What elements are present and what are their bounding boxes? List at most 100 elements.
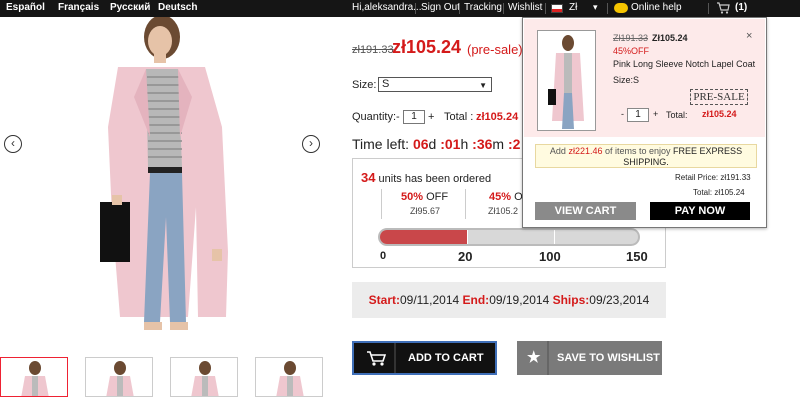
cart-item-total: zł105.24 [702,109,737,119]
cart-item-thumbnail[interactable] [537,30,596,131]
add-to-cart-label: ADD TO CART [408,352,484,364]
progress-tick [554,230,555,244]
sale-price: zł105.24 [392,37,462,57]
tier1-percent: 50% [401,191,424,203]
cart-count[interactable]: (1) [735,2,747,13]
online-help-link[interactable]: Online help [631,2,682,13]
days-unit: d [428,136,437,152]
ships-label: Ships: [552,293,590,307]
quantity-input[interactable]: 1 [403,110,425,124]
thumbnail-4[interactable] [255,357,323,397]
seconds-value: 2 [512,136,521,152]
mini-qty-input[interactable]: 1 [627,108,649,122]
cart-total-value: zł105.24 [714,188,745,197]
express-add: Add [549,146,566,156]
divider [465,189,466,219]
qty-increase-button[interactable]: + [428,111,434,123]
free-shipping-notice: Add zł221.46 of items to enjoy FREE EXPR… [535,144,757,168]
close-icon[interactable]: × [746,30,752,42]
save-to-wishlist-label: SAVE TO WISHLIST [557,352,660,364]
cart-item: Zł191.33 Zł105.24 × 45%OFF Pink Long Sle… [524,19,765,137]
size-select[interactable]: S ▼ [378,77,492,92]
thumbnail-3[interactable] [170,357,238,397]
mini-qty-decrease[interactable]: - [621,109,624,119]
chat-bubble-icon[interactable] [614,3,628,13]
cart-item-size: Size:S [613,75,639,85]
express-amount: zł221.46 [568,146,603,156]
minutes-value: 36 [476,136,493,152]
start-date: 09/11,2014 [400,293,460,307]
cart-item-size-value: S [633,75,640,85]
currency-selector[interactable]: Zł [569,2,577,13]
save-to-wishlist-button[interactable]: ★ SAVE TO WISHLIST [517,341,662,375]
tracking-link[interactable]: Tracking [464,2,502,13]
retail-label: Retail Price: [675,173,719,182]
divider [394,343,396,373]
divider [607,3,608,14]
divider [547,341,549,375]
qty-decrease-button[interactable]: - [396,111,400,123]
days-value: 06 [412,136,429,152]
minutes-unit: m [492,136,505,152]
tier1-off: OFF [426,191,449,203]
mini-qty-increase[interactable]: + [653,109,658,119]
lang-francais[interactable]: Français [58,2,99,13]
product-main-image: ‹ › [0,15,325,352]
time-left-label: Time left: [352,136,410,152]
poland-flag-icon[interactable] [551,4,563,13]
pay-now-button[interactable]: PAY NOW [650,202,750,220]
total-label: Total : [444,111,474,123]
lang-deutsch[interactable]: Deutsch [158,2,197,13]
thumbnail-image [106,361,134,396]
cart-item-total-label: Total: [666,110,688,120]
mini-cart-popup: Zł191.33 Zł105.24 × 45%OFF Pink Long Sle… [522,17,767,228]
ships-date: 09/23,2014 [589,293,650,307]
cart-item-price: Zł105.24 [652,33,688,43]
order-progress-bar [378,228,640,246]
cart-item-image [548,35,584,129]
start-label: Start: [368,293,400,307]
divider [459,3,460,14]
dropdown-caret-icon: ▼ [479,81,487,90]
countdown: Time left: 06d :01h :36m :2 [352,136,520,152]
ordered-text: units has been ordered [378,173,492,185]
progress-label-100: 100 [539,249,561,264]
retail-value: zł191.33 [720,173,751,182]
tier2-price: Zł105.2 [488,206,519,216]
size-value: S [382,78,390,90]
cart-item-name[interactable]: Pink Long Sleeve Notch Lapel Coat [613,59,755,69]
tier1-price: Zł95.67 [410,206,441,216]
cart-icon[interactable] [716,1,730,15]
tier2-percent: 45% [489,191,512,203]
add-to-cart-button[interactable]: ADD TO CART [352,341,497,375]
divider [503,3,504,14]
cart-item-discount: 45%OFF [613,46,650,56]
end-date: 09/19,2014 [489,293,550,307]
thumbnail-1[interactable] [0,357,68,397]
progress-tick [467,230,468,244]
presale-label: (pre-sale) [467,42,523,57]
ordered-count: 34 [361,170,376,185]
lang-russian[interactable]: Русский [110,2,150,13]
divider [381,189,382,219]
wishlist-link[interactable]: Wishlist [508,2,542,13]
divider [415,3,416,14]
next-image-arrow-icon[interactable]: › [302,135,320,153]
sale-dates-bar: Start:09/11,2014 End:09/19,2014 Ships:09… [352,282,666,318]
size-label: Size: [352,79,377,91]
user-greeting[interactable]: Hi,aleksandra... [352,2,421,13]
progress-label-20: 20 [458,249,473,264]
sign-out-link[interactable]: Sign Out [421,2,460,13]
progress-label-150: 150 [626,249,648,264]
progress-fill [380,230,468,244]
cart-item-old-price: Zł191.33 [613,33,649,43]
divider [708,3,709,14]
top-bar: Español Français Русский Deutsch Hi,alek… [0,0,800,17]
lang-espanol[interactable]: Español [6,2,45,13]
prev-image-arrow-icon[interactable]: ‹ [4,135,22,153]
hours-unit: h [460,136,469,152]
ordered-line: 34 units has been ordered [361,170,491,185]
view-cart-button[interactable]: VIEW CART [535,202,636,220]
thumbnail-2[interactable] [85,357,153,397]
chevron-down-icon[interactable]: ▾ [593,2,598,13]
